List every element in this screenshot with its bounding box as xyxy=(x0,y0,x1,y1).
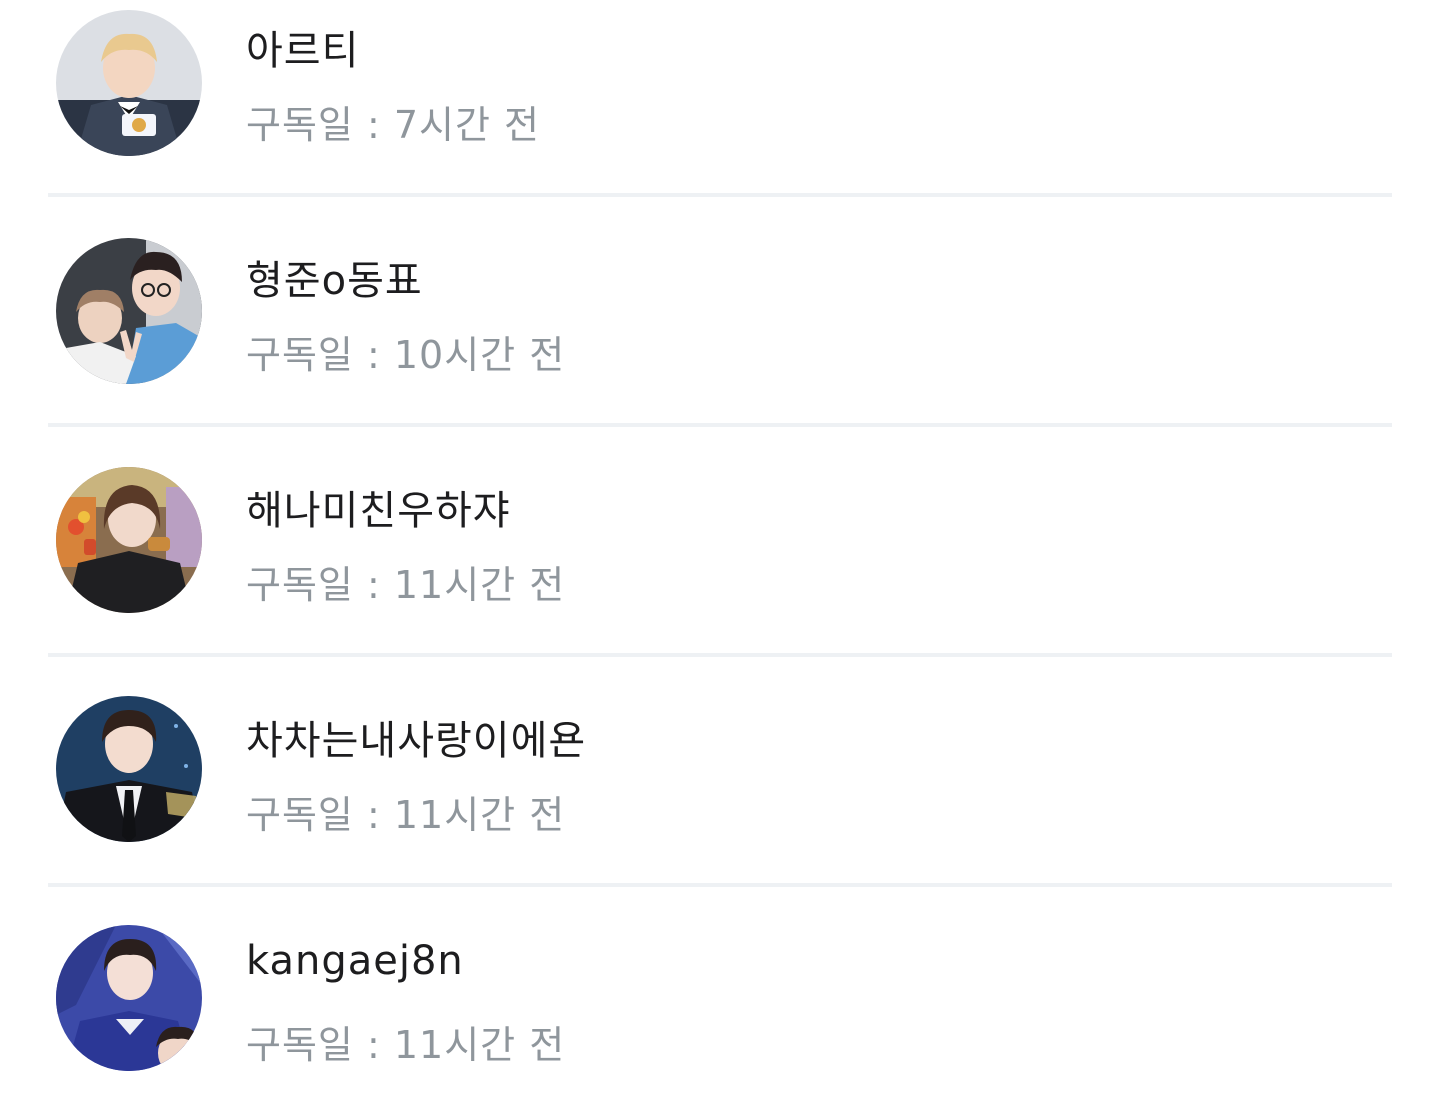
subscriber-row[interactable]: kangaej8n 구독일 : 11시간 전 xyxy=(0,888,1440,1117)
avatar[interactable] xyxy=(56,10,202,156)
subscriber-row[interactable]: 차차는내사랑이에욘 구독일 : 11시간 전 xyxy=(0,658,1440,887)
subscriber-name[interactable]: kangaej8n xyxy=(246,938,464,984)
row-divider xyxy=(48,883,1392,887)
subscriber-list: 아르티 구독일 : 7시간 전 형준o동표 구독일 : 10시간 전 해나미친우… xyxy=(0,0,1440,1080)
subscriber-name[interactable]: 아르티 xyxy=(246,18,359,76)
row-divider xyxy=(48,193,1392,197)
row-divider xyxy=(48,653,1392,657)
subscribed-time: 구독일 : 11시간 전 xyxy=(246,793,566,837)
row-divider xyxy=(48,423,1392,427)
subscribed-time: 구독일 : 11시간 전 xyxy=(246,563,566,607)
avatar[interactable] xyxy=(56,238,202,384)
subscribed-time: 구독일 : 7시간 전 xyxy=(246,103,540,147)
subscriber-row[interactable]: 해나미친우하쟈 구독일 : 11시간 전 xyxy=(0,428,1440,657)
subscriber-name[interactable]: 차차는내사랑이에욘 xyxy=(246,708,586,766)
subscribed-time: 구독일 : 10시간 전 xyxy=(246,333,566,377)
avatar[interactable] xyxy=(56,467,202,613)
subscribed-time: 구독일 : 11시간 전 xyxy=(246,1023,566,1067)
subscriber-row[interactable]: 형준o동표 구독일 : 10시간 전 xyxy=(0,198,1440,427)
subscriber-row[interactable]: 아르티 구독일 : 7시간 전 xyxy=(0,0,1440,197)
subscriber-name[interactable]: 형준o동표 xyxy=(246,248,423,306)
avatar[interactable] xyxy=(56,925,202,1071)
subscriber-name[interactable]: 해나미친우하쟈 xyxy=(246,478,511,536)
avatar[interactable] xyxy=(56,696,202,842)
